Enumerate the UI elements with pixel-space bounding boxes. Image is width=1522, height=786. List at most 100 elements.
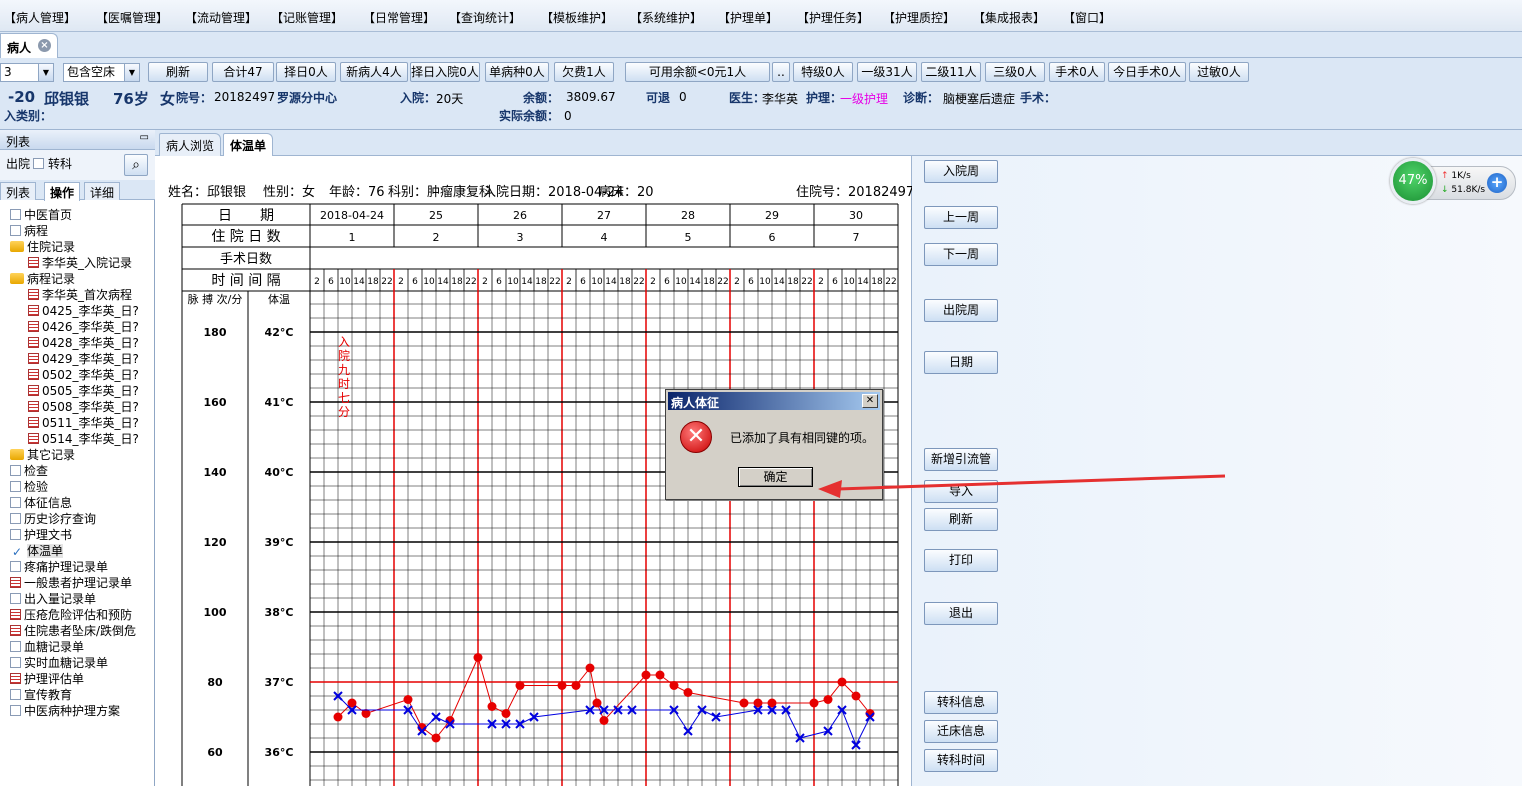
toolbar-button-5[interactable]: 单病种0人: [485, 62, 549, 82]
tree-item-label: 护理评估单: [24, 672, 85, 686]
tree-item[interactable]: 0508_李华英_日?: [28, 399, 139, 415]
bed-filter-select[interactable]: 包含空床 ▼: [63, 63, 140, 82]
toolbar-button-4[interactable]: 择日入院0人: [410, 62, 480, 82]
document-icon: [10, 641, 21, 652]
tree-item[interactable]: 出入量记录单: [10, 591, 96, 607]
toolbar-button-8[interactable]: ..: [772, 62, 790, 82]
time-slot-label: 22: [633, 277, 644, 287]
plus-icon[interactable]: +: [1487, 173, 1507, 193]
tree-item[interactable]: 中医首页: [10, 207, 72, 223]
tree-item[interactable]: 一般患者护理记录单: [10, 575, 132, 591]
action-button-10[interactable]: 转科信息: [924, 691, 998, 714]
tree-item[interactable]: 护理评估单: [10, 671, 84, 687]
tree-item[interactable]: 0505_李华英_日?: [28, 383, 139, 399]
chevron-down-icon[interactable]: ▼: [38, 64, 53, 81]
menu-item-2[interactable]: 【流动管理】: [185, 9, 257, 26]
tree-item[interactable]: 病程: [10, 223, 48, 239]
tree-item[interactable]: ✓ 体温单: [10, 543, 64, 559]
close-icon[interactable]: ×: [38, 39, 51, 52]
action-button-12[interactable]: 转科时间: [924, 749, 998, 772]
menu-item-6[interactable]: 【模板维护】: [541, 9, 613, 26]
action-button-6[interactable]: 导入: [924, 480, 998, 503]
menu-item-11[interactable]: 【集成报表】: [973, 9, 1045, 26]
transfer-checkbox[interactable]: [33, 158, 44, 169]
tab-temperature-chart[interactable]: 体温单: [223, 133, 274, 157]
menu-item-10[interactable]: 【护理质控】: [883, 9, 955, 26]
network-monitor-widget[interactable]: ↑ 1K/s ↓ 51.8K/s + 47%: [1390, 158, 1516, 204]
ok-button[interactable]: 确定: [738, 467, 813, 487]
action-button-1[interactable]: 上一周: [924, 206, 998, 229]
menu-item-5[interactable]: 【查询统计】: [449, 9, 521, 26]
pulse-tick: 180: [204, 326, 227, 339]
toolbar-button-2[interactable]: 择日0人: [276, 62, 336, 82]
chevron-down-icon[interactable]: ▼: [124, 64, 139, 81]
menu-item-8[interactable]: 【护理单】: [718, 9, 778, 26]
time-slot-label: 2: [650, 277, 656, 287]
tree-item[interactable]: 体征信息: [10, 495, 72, 511]
menu-item-9[interactable]: 【护理任务】: [797, 9, 869, 26]
toolbar-button-1[interactable]: 合计47: [212, 62, 274, 82]
toolbar-button-3[interactable]: 新病人4人: [340, 62, 408, 82]
tree-item[interactable]: 历史诊疗查询: [10, 511, 96, 527]
tab-patient-browse[interactable]: 病人浏览: [159, 133, 222, 156]
action-button-9[interactable]: 退出: [924, 602, 998, 625]
tree-item[interactable]: 0514_李华英_日?: [28, 431, 139, 447]
toolbar-button-6[interactable]: 欠费1人: [554, 62, 614, 82]
tree-item[interactable]: 宣传教育: [10, 687, 72, 703]
menu-item-12[interactable]: 【窗口】: [1063, 9, 1111, 26]
menu-item-3[interactable]: 【记账管理】: [271, 9, 343, 26]
pin-icon[interactable]: ▭: [140, 132, 149, 143]
tree-item[interactable]: 护理文书: [10, 527, 72, 543]
tree-item[interactable]: 0426_李华英_日?: [28, 319, 139, 335]
tree-item[interactable]: 血糖记录单: [10, 639, 84, 655]
action-button-5[interactable]: 新增引流管: [924, 448, 998, 471]
toolbar-button-0[interactable]: 刷新: [148, 62, 208, 82]
tree-item[interactable]: 0428_李华英_日?: [28, 335, 139, 351]
tree-item[interactable]: 压疮危险评估和预防: [10, 607, 132, 623]
toolbar-button-9[interactable]: 特级0人: [793, 62, 853, 82]
action-button-11[interactable]: 迁床信息: [924, 720, 998, 743]
tab-patient[interactable]: 病人 ×: [0, 33, 58, 58]
menu-item-7[interactable]: 【系统维护】: [630, 9, 702, 26]
tree-item[interactable]: 检查: [10, 463, 48, 479]
action-button-4[interactable]: 日期: [924, 351, 998, 374]
toolbar-button-15[interactable]: 过敏0人: [1189, 62, 1249, 82]
tree-item[interactable]: 住院患者坠床/跌倒危: [10, 623, 136, 639]
tree-item[interactable]: 其它记录: [10, 447, 75, 463]
toolbar-button-13[interactable]: 手术0人: [1049, 62, 1105, 82]
toolbar-button-12[interactable]: 三级0人: [985, 62, 1045, 82]
tree-item[interactable]: 0502_李华英_日?: [28, 367, 139, 383]
toolbar-button-7[interactable]: 可用余额<0元1人: [625, 62, 770, 82]
folder-icon: [10, 449, 24, 460]
toolbar-button-11[interactable]: 二级11人: [921, 62, 981, 82]
menu-item-1[interactable]: 【医嘱管理】: [96, 9, 168, 26]
tree-item[interactable]: 病程记录: [10, 271, 75, 287]
tree-item[interactable]: 住院记录: [10, 239, 75, 255]
tree-item[interactable]: 检验: [10, 479, 48, 495]
close-icon[interactable]: ✕: [862, 394, 878, 408]
action-button-0[interactable]: 入院周: [924, 160, 998, 183]
tree-item[interactable]: 0425_李华英_日?: [28, 303, 139, 319]
ward-select[interactable]: 3 ▼: [0, 63, 54, 82]
tab-detail[interactable]: 详细: [84, 182, 121, 200]
tree-item[interactable]: 实时血糖记录单: [10, 655, 108, 671]
action-button-2[interactable]: 下一周: [924, 243, 998, 266]
toolbar-button-14[interactable]: 今日手术0人: [1108, 62, 1186, 82]
action-button-3[interactable]: 出院周: [924, 299, 998, 322]
tree-item[interactable]: 疼痛护理记录单: [10, 559, 108, 575]
tree-item[interactable]: 李华英_入院记录: [28, 255, 132, 271]
tab-list[interactable]: 列表: [0, 182, 37, 200]
menu-item-4[interactable]: 【日常管理】: [363, 9, 435, 26]
toolbar-button-10[interactable]: 一级31人: [857, 62, 917, 82]
tab-operation[interactable]: 操作: [44, 182, 81, 201]
tree-item[interactable]: 中医病种护理方案: [10, 703, 120, 719]
tree-item[interactable]: 李华英_首次病程: [28, 287, 132, 303]
search-icon[interactable]: ⌕: [124, 154, 148, 176]
menu-item-0[interactable]: 【病人管理】: [4, 9, 76, 26]
tree-item[interactable]: 0511_李华英_日?: [28, 415, 139, 431]
action-button-7[interactable]: 刷新: [924, 508, 998, 531]
action-button-8[interactable]: 打印: [924, 549, 998, 572]
chart-header-dept: 科别：肿瘤康复科: [388, 184, 492, 200]
tree-item[interactable]: 0429_李华英_日?: [28, 351, 139, 367]
pulse-point: [501, 709, 511, 718]
